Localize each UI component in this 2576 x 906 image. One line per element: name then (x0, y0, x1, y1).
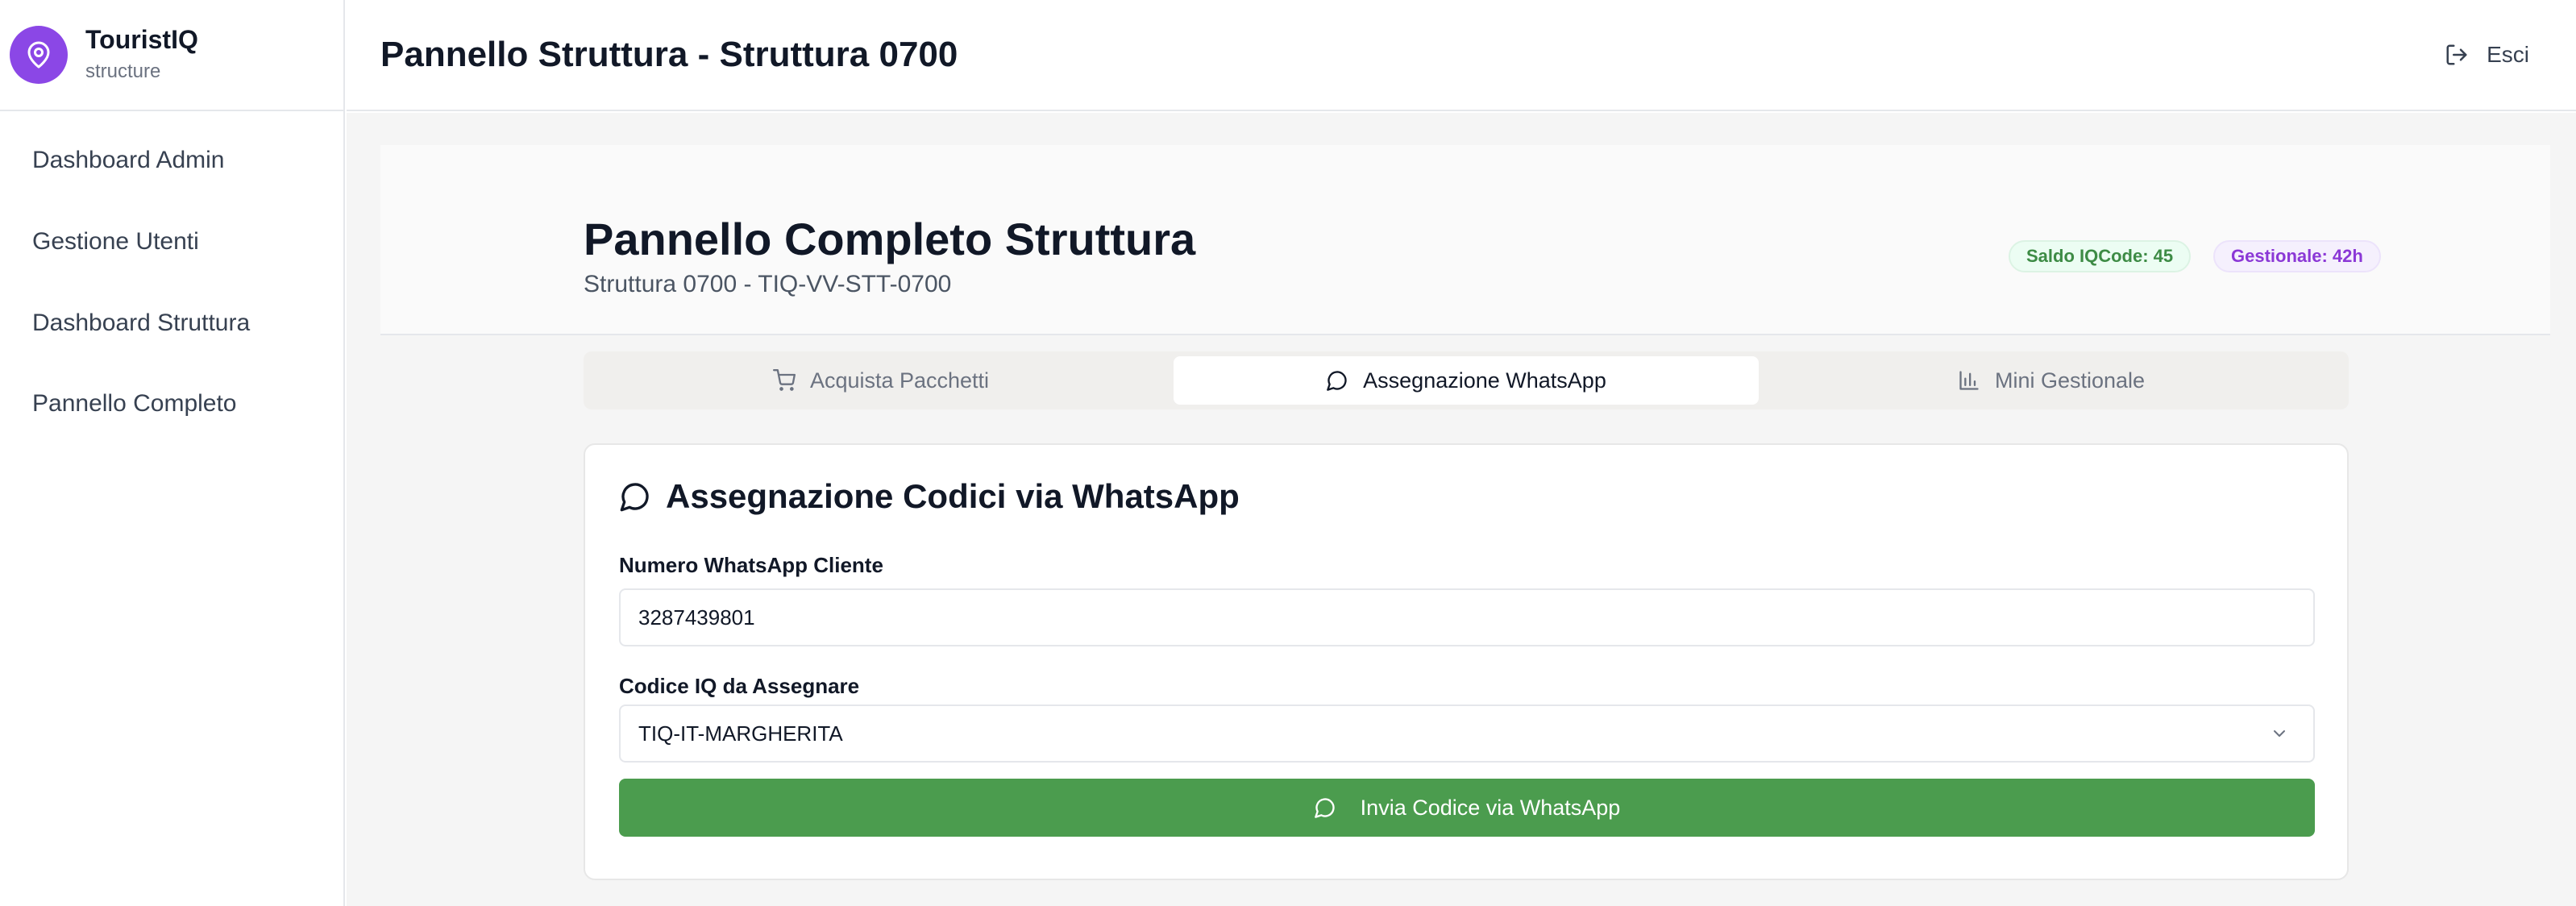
code-label: Codice IQ da Assegnare (619, 674, 860, 698)
bar-chart-icon (1958, 369, 1980, 392)
cart-icon (772, 369, 796, 392)
message-circle-icon (1314, 796, 1336, 819)
brand-name: TouristIQ (85, 25, 198, 54)
tab-label: Acquista Pacchetti (809, 368, 990, 393)
map-pin-icon (10, 26, 68, 84)
tab-mini-gestionale[interactable]: Mini Gestionale (1759, 356, 2344, 405)
logout-label: Esci (2487, 42, 2529, 67)
tab-acquista-pacchetti[interactable]: Acquista Pacchetti (588, 356, 1174, 405)
sidebar-item-dashboard-struttura[interactable]: Dashboard Struttura (0, 303, 250, 343)
card-title: Assegnazione Codici via WhatsApp (619, 477, 1240, 516)
brand-text: TouristIQ structure (85, 24, 198, 85)
send-button-label: Invia Codice via WhatsApp (1360, 795, 1621, 820)
message-circle-icon (1326, 369, 1348, 392)
top-header: Pannello Struttura - Struttura 0700 Esci (347, 0, 2576, 111)
app-root: TouristIQ structure Dashboard Admin Gest… (0, 0, 2576, 906)
brand-role: structure (85, 60, 161, 82)
whatsapp-assign-card: Assegnazione Codici via WhatsApp Numero … (584, 443, 2349, 880)
sidebar-item-pannello-completo[interactable]: Pannello Completo (0, 384, 237, 424)
brand: TouristIQ structure (0, 0, 343, 111)
message-circle-icon (619, 480, 651, 513)
card-title-text: Assegnazione Codici via WhatsApp (666, 477, 1240, 515)
tab-label: Assegnazione WhatsApp (1363, 368, 1606, 393)
sidebar: TouristIQ structure Dashboard Admin Gest… (0, 0, 345, 906)
code-select-value: TIQ-IT-MARGHERITA (638, 721, 843, 746)
phone-input[interactable]: 3287439801 (619, 588, 2315, 646)
hero-title: Pannello Completo Struttura (584, 214, 1196, 264)
sidebar-item-dashboard-admin[interactable]: Dashboard Admin (0, 140, 224, 181)
log-out-icon (2445, 43, 2469, 67)
hero-subtitle: Struttura 0700 - TIQ-VV-STT-0700 (584, 271, 952, 297)
gestionale-badge: Gestionale: 42h (2213, 240, 2381, 272)
saldo-badge: Saldo IQCode: 45 (2009, 240, 2192, 272)
code-select[interactable]: TIQ-IT-MARGHERITA (619, 704, 2315, 763)
tab-bar: Acquista Pacchetti Assegnazione WhatsApp… (584, 351, 2349, 409)
send-whatsapp-button[interactable]: Invia Codice via WhatsApp (619, 779, 2315, 837)
page-title: Pannello Struttura - Struttura 0700 (380, 35, 958, 74)
sidebar-item-gestione-utenti[interactable]: Gestione Utenti (0, 222, 199, 262)
phone-label: Numero WhatsApp Cliente (619, 553, 883, 577)
logout-button[interactable]: Esci (2445, 42, 2529, 68)
hero-section: Pannello Completo Struttura Struttura 07… (380, 145, 2550, 335)
tab-label: Mini Gestionale (1994, 368, 2146, 393)
chevron-down-icon (2270, 724, 2289, 743)
main-content: Pannello Completo Struttura Struttura 07… (347, 113, 2576, 906)
tab-assegnazione-whatsapp[interactable]: Assegnazione WhatsApp (1174, 356, 1759, 405)
